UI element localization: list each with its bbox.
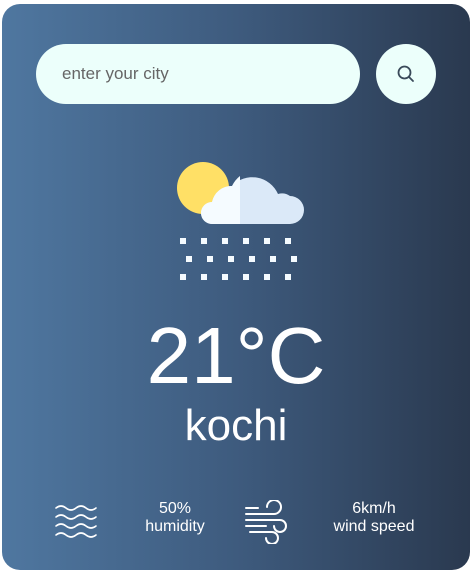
humidity-value: 50% <box>158 500 192 517</box>
wind-speed-value: 6km/h <box>352 500 396 517</box>
humidity-readout: 50% humidity <box>132 500 218 536</box>
city-search-input[interactable] <box>36 44 360 104</box>
temperature: 21°C <box>146 311 326 400</box>
wind-speed-label: wind speed <box>333 518 415 535</box>
city-name: kochi <box>184 401 288 450</box>
humidity-waves-icon <box>55 505 97 538</box>
wind-readout: 6km/h wind speed <box>324 500 424 536</box>
wind-icon <box>245 500 287 544</box>
weather-details: 50% humidity 6km/h wind speed <box>2 494 470 554</box>
weather-card: 21°C kochi 50% humidity 6km/h <box>2 4 470 570</box>
search-icon <box>397 65 414 82</box>
search-button[interactable] <box>376 44 436 104</box>
humidity-label: humidity <box>145 518 205 535</box>
rain-cloud-sun-icon <box>177 162 304 280</box>
